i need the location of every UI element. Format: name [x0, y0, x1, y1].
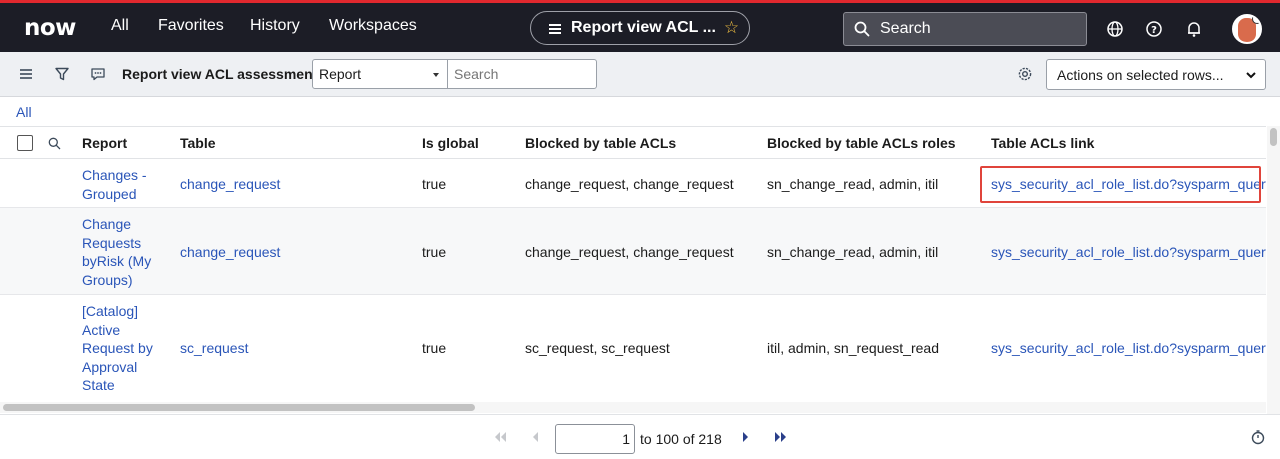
- table-header: Report Table Is global Blocked by table …: [0, 127, 1266, 159]
- chevron-down-icon: [1246, 72, 1256, 79]
- list-header-bar: Report view ACL assessments Report Actio…: [0, 52, 1280, 97]
- blocked-by-value: sc_request, sc_request: [525, 340, 670, 356]
- search-field-value: Report: [319, 66, 362, 82]
- first-page-icon[interactable]: [492, 429, 508, 445]
- table-link[interactable]: change_request: [180, 244, 280, 260]
- svg-text:?: ?: [1151, 25, 1157, 36]
- is-global-value: true: [422, 244, 447, 260]
- column-header-blocked-by-table-acls[interactable]: Blocked by table ACLs: [525, 135, 676, 151]
- page-range-text: to 100 of 218: [640, 431, 722, 447]
- help-icon[interactable]: ?: [1145, 20, 1163, 38]
- global-search-input[interactable]: Search: [843, 12, 1087, 46]
- report-link[interactable]: [Catalog] Active Request by Approval Sta…: [82, 302, 154, 395]
- pagination-bar: to 100 of 218: [0, 414, 1280, 459]
- list-search-input[interactable]: [447, 59, 597, 89]
- nav-history[interactable]: History: [250, 17, 300, 35]
- column-header-table-acls-link[interactable]: Table ACLs link: [991, 135, 1094, 151]
- column-header-report[interactable]: Report: [82, 135, 127, 151]
- nav-workspaces[interactable]: Workspaces: [329, 17, 417, 35]
- avatar-status-icon: [1252, 16, 1260, 24]
- globe-icon[interactable]: [1106, 20, 1124, 38]
- roles-value: itil, admin, sn_request_read: [767, 340, 939, 356]
- list-icon: [549, 23, 563, 34]
- nav-favorites[interactable]: Favorites: [158, 17, 224, 35]
- filter-icon[interactable]: [54, 66, 70, 82]
- global-search-placeholder: Search: [880, 20, 931, 37]
- report-link[interactable]: Changes - Grouped: [82, 166, 154, 203]
- column-header-table[interactable]: Table: [180, 135, 216, 151]
- blocked-by-value: change_request, change_request: [525, 244, 734, 260]
- page-number-input[interactable]: [555, 424, 635, 454]
- table-row: [Catalog] Active Request by Approval Sta…: [0, 295, 1266, 402]
- top-navigation-bar: now All Favorites History Workspaces Rep…: [0, 0, 1280, 52]
- nav-all[interactable]: All: [111, 17, 129, 35]
- search-icon: [854, 21, 870, 37]
- star-icon[interactable]: ☆: [724, 18, 739, 38]
- table-row: Change Requests byRisk (My Groups) chang…: [0, 208, 1266, 295]
- stopwatch-icon[interactable]: [1250, 429, 1266, 445]
- is-global-value: true: [422, 176, 447, 192]
- gear-icon[interactable]: [1017, 66, 1033, 82]
- actions-select-value: Actions on selected rows...: [1057, 67, 1224, 83]
- bell-icon[interactable]: [1185, 20, 1203, 38]
- highlighted-acl-link-outline: [980, 166, 1261, 203]
- context-title: Report view ACL ...: [571, 19, 716, 36]
- list-title: Report view ACL assessments: [122, 66, 326, 82]
- horizontal-scrollbar[interactable]: [0, 402, 1266, 413]
- context-title-pill[interactable]: Report view ACL ... ☆: [530, 11, 750, 45]
- hamburger-menu-icon[interactable]: [18, 66, 34, 82]
- table-link[interactable]: change_request: [180, 176, 280, 192]
- acl-link[interactable]: sys_security_acl_role_list.do?sysparm_qu…: [991, 244, 1266, 260]
- search-field-select[interactable]: Report: [312, 59, 448, 89]
- roles-value: sn_change_read, admin, itil: [767, 244, 939, 260]
- next-page-icon[interactable]: [738, 429, 754, 445]
- last-page-icon[interactable]: [773, 429, 789, 445]
- user-avatar[interactable]: [1232, 14, 1262, 44]
- column-search-icon[interactable]: [48, 137, 61, 150]
- acl-link[interactable]: sys_security_acl_role_list.do?sysparm_qu…: [991, 340, 1266, 356]
- column-header-is-global[interactable]: Is global: [422, 135, 479, 151]
- comment-icon[interactable]: [90, 66, 106, 82]
- is-global-value: true: [422, 340, 447, 356]
- servicenow-logo[interactable]: now: [24, 15, 76, 41]
- roles-value: sn_change_read, admin, itil: [767, 176, 939, 192]
- caret-down-icon: [433, 73, 439, 77]
- actions-select[interactable]: Actions on selected rows...: [1046, 59, 1266, 90]
- breadcrumb-all[interactable]: All: [16, 104, 32, 120]
- select-all-checkbox[interactable]: [17, 135, 33, 151]
- report-link[interactable]: Change Requests byRisk (My Groups): [82, 215, 154, 289]
- previous-page-icon[interactable]: [528, 429, 544, 445]
- vertical-scrollbar[interactable]: [1267, 126, 1280, 414]
- blocked-by-value: change_request, change_request: [525, 176, 734, 192]
- column-header-blocked-by-table-acls-roles[interactable]: Blocked by table ACLs roles: [767, 135, 956, 151]
- table-link[interactable]: sc_request: [180, 340, 248, 356]
